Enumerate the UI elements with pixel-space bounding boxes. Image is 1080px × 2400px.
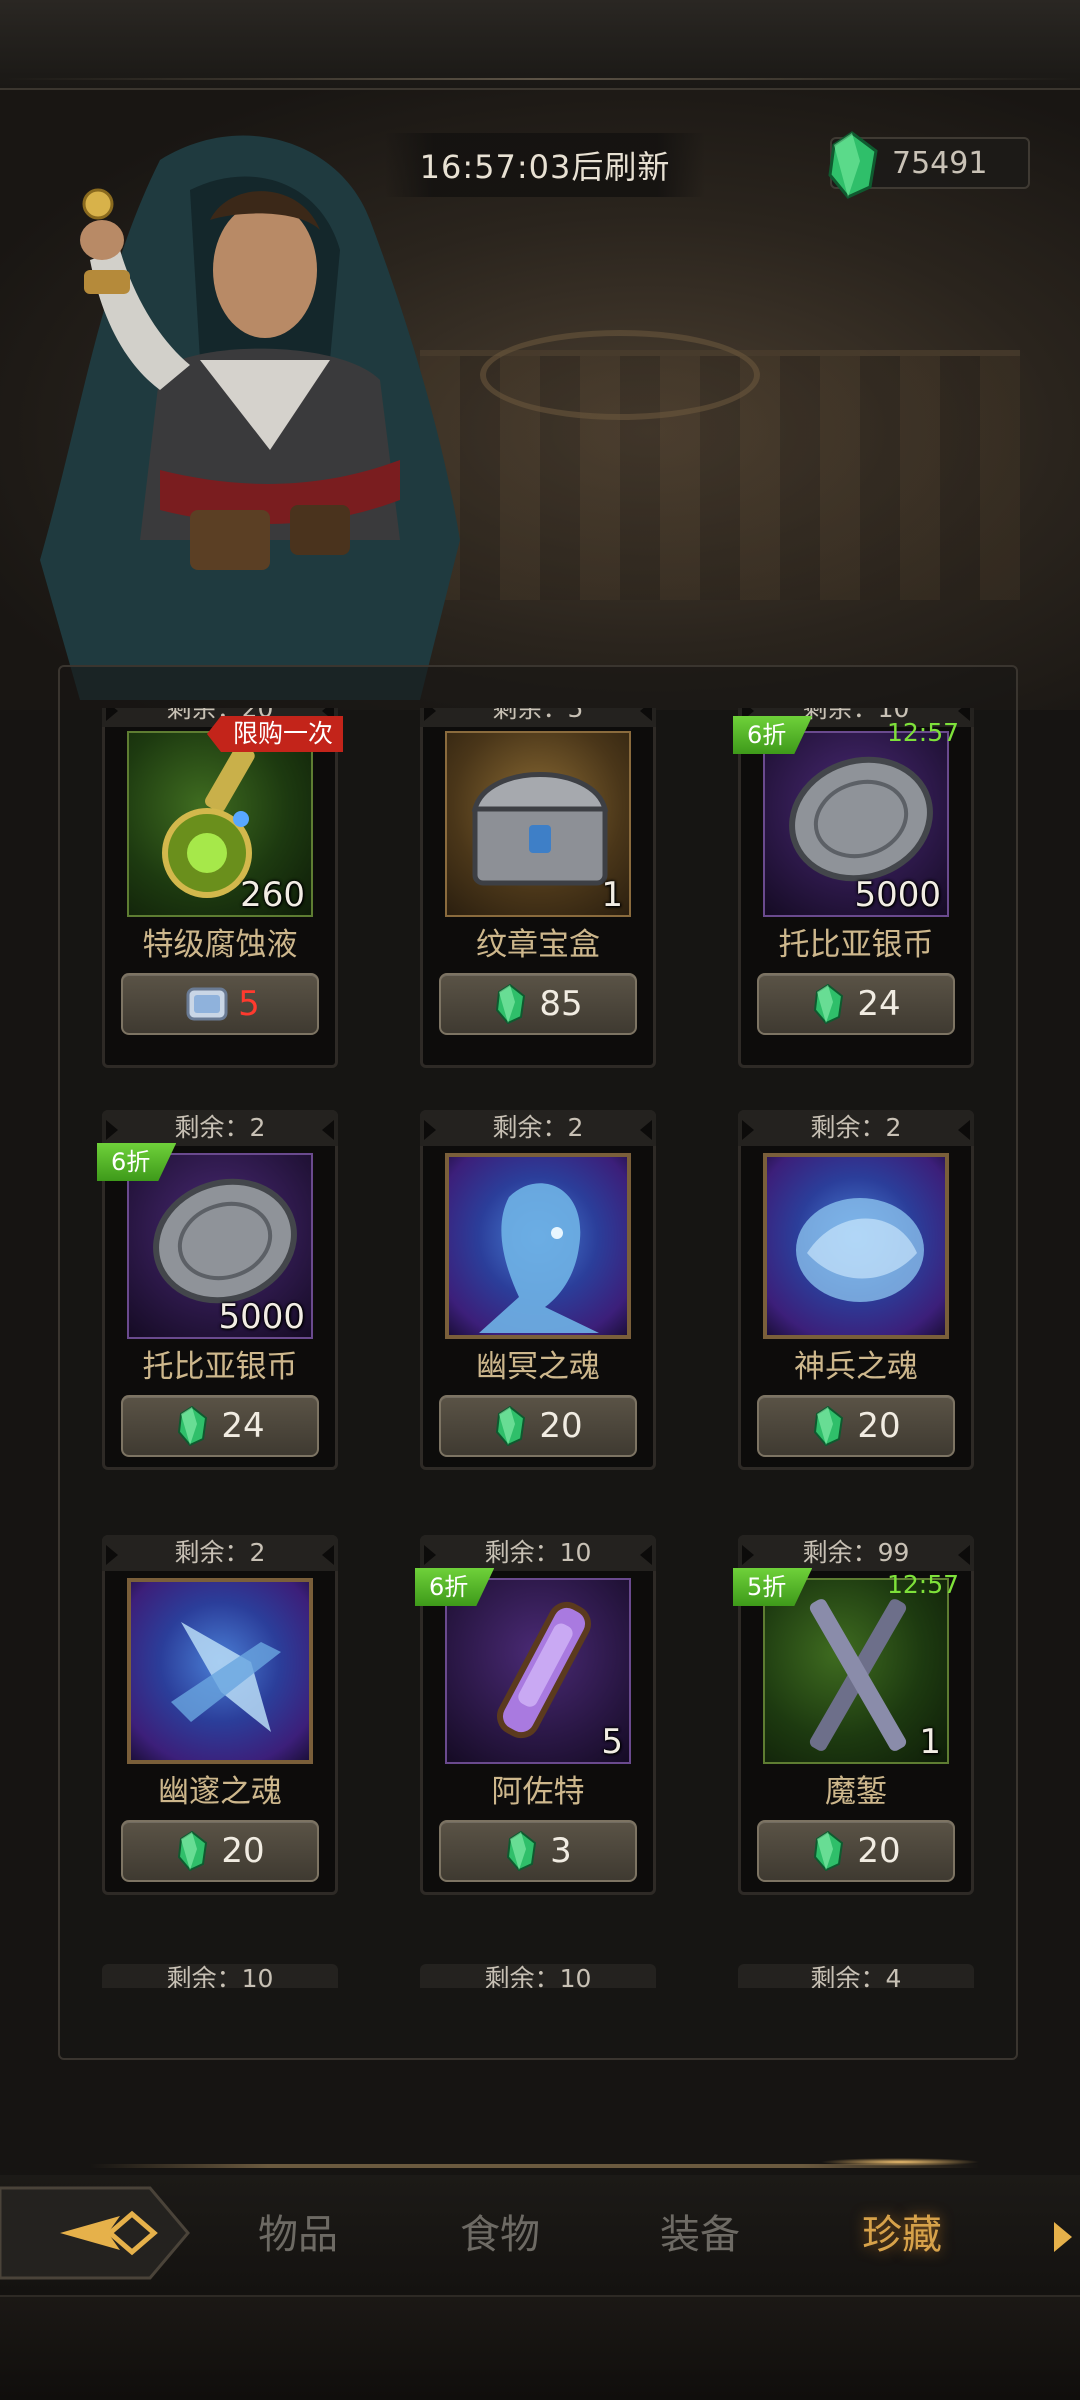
remaining-count: 剩余：10 (420, 1535, 656, 1571)
buy-button[interactable]: 24 (121, 1395, 319, 1457)
refresh-timer: 16:57:03后刷新 (385, 133, 705, 197)
item-quantity: 5000 (218, 1297, 305, 1337)
shop-grid: 剩余：20 260 限购一次 特级腐蚀液 5 剩余：5 1 纹章宝盒 85 剩余… (95, 708, 985, 1988)
next-row-remaining: 剩余：10 (102, 1964, 338, 1988)
shop-item-card[interactable]: 剩余：5 1 纹章宝盒 85 (420, 708, 656, 1068)
buy-button[interactable]: 20 (757, 1395, 955, 1457)
item-icon-frame: 1 (445, 731, 631, 917)
price-value: 5 (238, 984, 260, 1024)
tab-treasures[interactable]: 珍藏 (822, 2200, 982, 2270)
shop-item-card[interactable]: 剩余：10 5 6折 阿佐特 3 (420, 1535, 656, 1895)
currency-amount: 75491 (892, 145, 988, 181)
item-quantity: 5000 (854, 875, 941, 915)
spirit-blade-icon (171, 1622, 281, 1732)
green-gem-icon (178, 1406, 208, 1446)
remaining-count: 剩余：2 (738, 1110, 974, 1146)
top-frame (0, 0, 1080, 90)
buy-button[interactable]: 85 (439, 973, 637, 1035)
price-value: 85 (539, 984, 583, 1024)
shop-item-card[interactable]: 剩余：2 幽冥之魂 20 (420, 1110, 656, 1470)
remaining-count: 剩余：5 (420, 708, 656, 727)
back-arrow-icon[interactable] (0, 2178, 190, 2288)
buy-button[interactable]: 20 (439, 1395, 637, 1457)
chevron-right-icon[interactable] (1052, 2220, 1074, 2254)
item-name: 特级腐蚀液 (142, 927, 298, 963)
item-name: 神兵之魂 (794, 1349, 918, 1385)
item-icon-frame (445, 1153, 631, 1339)
item-quantity: 260 (240, 875, 305, 915)
next-row-remaining: 剩余：10 (420, 1964, 656, 1988)
item-timer: 12:57 (886, 1570, 959, 1599)
shop-item-card[interactable]: 剩余：2 神兵之魂 20 (738, 1110, 974, 1470)
green-gem-icon (814, 984, 844, 1024)
spectral-head-icon (479, 1183, 599, 1333)
buy-button[interactable]: 24 (757, 973, 955, 1035)
price-value: 20 (857, 1831, 901, 1871)
price-value: 20 (221, 1831, 265, 1871)
item-name: 幽邃之魂 (158, 1774, 282, 1810)
currency-display: 75491 (828, 131, 1030, 199)
item-name: 托比亚银币 (778, 927, 934, 963)
merchant-character-illustration (40, 135, 460, 701)
remaining-count: 剩余：99 (738, 1535, 974, 1571)
remaining-count: 剩余：2 (102, 1110, 338, 1146)
item-quantity: 1 (601, 875, 623, 915)
item-name: 魔錾 (825, 1774, 887, 1810)
tab-items[interactable]: 物品 (218, 2200, 378, 2270)
green-gem-icon (828, 131, 878, 199)
green-gem-icon (814, 1831, 844, 1871)
remaining-count: 剩余：2 (420, 1110, 656, 1146)
remaining-count: 剩余：2 (102, 1535, 338, 1571)
tab-equipment[interactable]: 装备 (620, 2200, 780, 2270)
shop-item-card[interactable]: 剩余：99 1 5折 12:57 魔錾 20 (738, 1535, 974, 1895)
shop-item-card[interactable]: 剩余：20 260 限购一次 特级腐蚀液 5 (102, 708, 343, 1068)
buy-button[interactable]: 20 (121, 1820, 319, 1882)
green-gem-icon (507, 1831, 537, 1871)
item-icon-frame: 5000 (763, 731, 949, 917)
shop-item-card[interactable]: 剩余：10 5000 6折 12:57 托比亚银币 24 (738, 708, 974, 1068)
shop-item-card[interactable]: 剩余：2 5000 6折 托比亚银币 24 (102, 1110, 338, 1470)
tab-food[interactable]: 食物 (420, 2200, 580, 2270)
item-quantity: 1 (919, 1722, 941, 1762)
green-gem-icon (814, 1406, 844, 1446)
item-name: 纹章宝盒 (476, 927, 600, 963)
item-name: 托比亚银币 (142, 1349, 298, 1385)
price-value: 24 (221, 1406, 265, 1446)
item-icon-frame: 260 (127, 731, 313, 917)
item-name: 幽冥之魂 (476, 1349, 600, 1385)
bottom-frame (0, 2295, 1080, 2400)
price-value: 3 (550, 1831, 572, 1871)
purchase-limit-tag: 限购一次 (206, 716, 343, 752)
active-tab-glow (820, 2158, 980, 2166)
price-value: 20 (857, 1406, 901, 1446)
scroll-icon (186, 987, 228, 1021)
buy-button[interactable]: 20 (757, 1820, 955, 1882)
next-row-remaining: 剩余：4 (738, 1964, 974, 1988)
item-icon-frame (763, 1153, 949, 1339)
green-gem-icon (496, 1406, 526, 1446)
spirit-swirl-icon (796, 1198, 924, 1302)
item-icon-frame (127, 1578, 313, 1764)
item-timer: 12:57 (886, 718, 959, 747)
buy-button[interactable]: 5 (121, 973, 319, 1035)
chandelier-decor (480, 330, 760, 420)
green-gem-icon (496, 984, 526, 1024)
item-name: 阿佐特 (491, 1774, 585, 1810)
shop-item-card[interactable]: 剩余：2 幽邃之魂 20 (102, 1535, 338, 1895)
price-value: 24 (857, 984, 901, 1024)
price-value: 20 (539, 1406, 583, 1446)
buy-button[interactable]: 3 (439, 1820, 637, 1882)
item-quantity: 5 (601, 1722, 623, 1762)
green-gem-icon (178, 1831, 208, 1871)
